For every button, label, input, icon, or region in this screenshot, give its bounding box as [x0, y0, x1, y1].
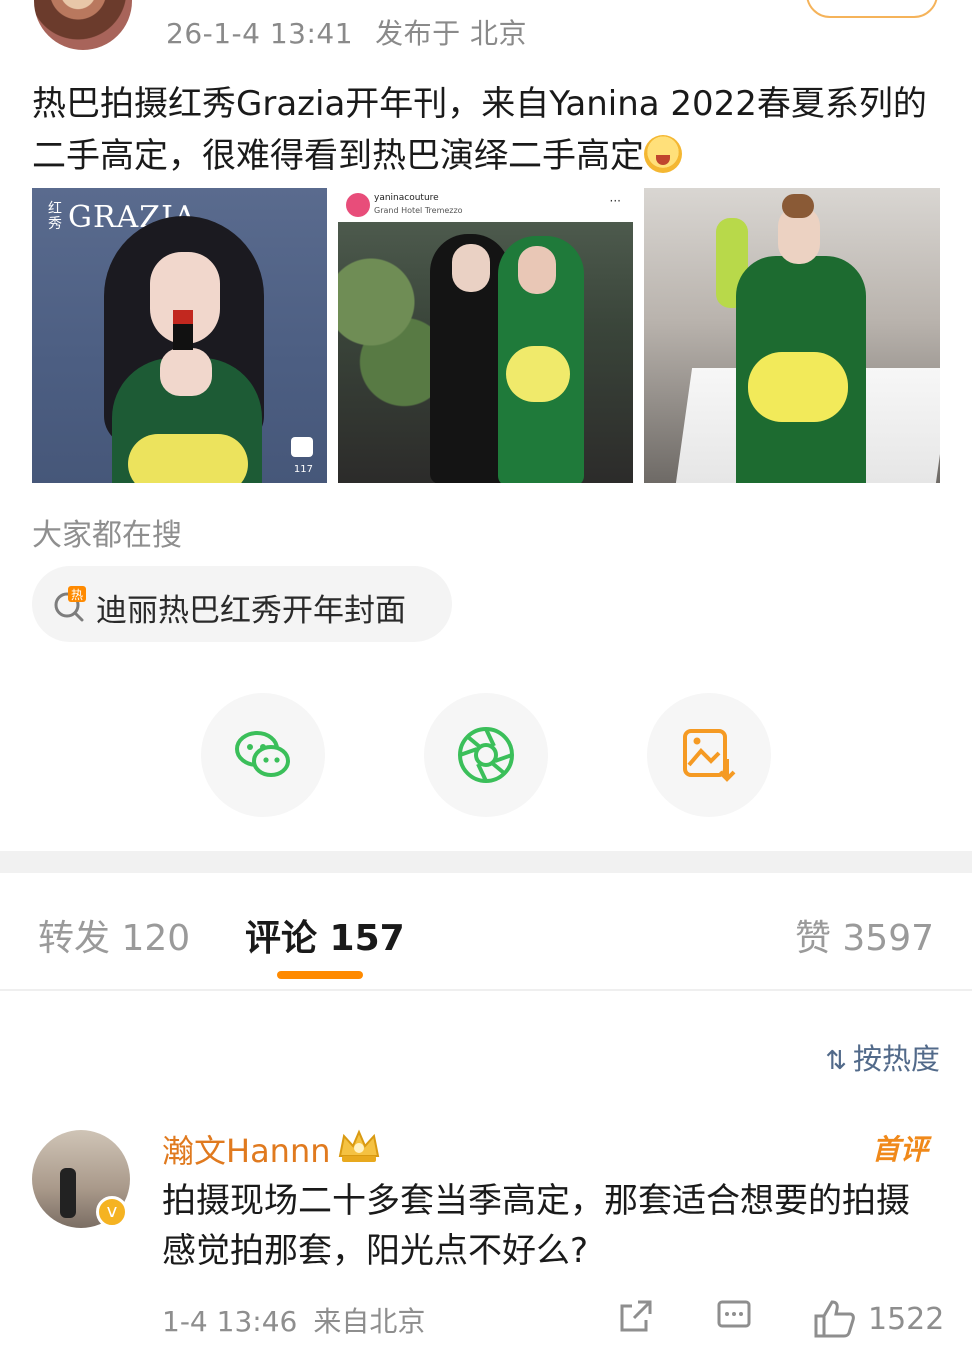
post-location: 发布于 北京: [375, 17, 527, 50]
figure-left-face: [452, 244, 490, 292]
sort-button[interactable]: ⇅ 按热度: [825, 1036, 940, 1078]
hot-search-icon: 热: [54, 586, 86, 622]
crown-badge-icon: [338, 1129, 380, 1162]
figure-right-bow: [506, 346, 570, 402]
verified-badge: v: [96, 1196, 128, 1228]
comment-like-count: 1522: [868, 1302, 945, 1337]
post-time: 26-1-4 13:41: [166, 17, 354, 50]
tab-repost[interactable]: 转发 120: [38, 909, 190, 961]
follow-button[interactable]: [806, 0, 938, 18]
instagram-location: Grand Hotel Tremezzo: [374, 206, 463, 215]
thumbs-up-icon: [291, 437, 313, 457]
interaction-tabs: 转发 120 评论 157 赞 3597: [0, 873, 972, 991]
moments-icon: [458, 727, 514, 783]
more-icon: ···: [609, 194, 621, 208]
share-moments-button[interactable]: [424, 693, 548, 817]
comment-source: 来自北京: [313, 1305, 426, 1338]
share-wechat-button[interactable]: [201, 693, 325, 817]
sort-label: 按热度: [852, 1042, 940, 1076]
trending-search-label: 迪丽热巴红秀开年封面: [96, 593, 406, 629]
save-image-icon: [683, 729, 736, 782]
post-image-1[interactable]: 红秀 GRAZIA 117: [32, 188, 327, 483]
instagram-header: yaninacouture Grand Hotel Tremezzo ···: [338, 188, 633, 222]
instagram-account: yaninacouture: [374, 193, 439, 203]
author-avatar[interactable]: [34, 0, 132, 50]
post-image-3[interactable]: [644, 188, 940, 483]
post-text: 热巴拍摄红秀Grazia开年刊，来自Yanina 2022春夏系列的二手高定，很…: [32, 84, 927, 176]
share-icon[interactable]: [618, 1298, 654, 1334]
svg-text:热: 热: [71, 588, 83, 602]
save-image-button[interactable]: [647, 693, 771, 817]
model-bow: [748, 352, 848, 422]
comment-text: 拍摄现场二十多套当季高定，那套适合想要的拍摄感觉拍那套，阳光点不好么?: [162, 1181, 910, 1271]
microphone: [173, 310, 193, 350]
post-meta: 26-1-4 13:41 发布于 北京: [166, 12, 527, 52]
image-like-count: 117: [293, 464, 313, 475]
post-header: 26-1-4 13:41 发布于 北京: [0, 0, 972, 60]
tab-likes[interactable]: 赞 3597: [795, 909, 934, 961]
brand-cn-label: 红秀: [48, 201, 62, 232]
trending-search-title: 大家都在搜: [32, 518, 182, 553]
trending-search-chip[interactable]: 热 迪丽热巴红秀开年封面: [32, 566, 452, 642]
comment-item: v 瀚文Hannn 首评 拍摄现场二十多套当季高定，那套适合想要的拍摄感觉拍那套…: [0, 1110, 972, 1366]
like-icon[interactable]: [812, 1298, 856, 1338]
reply-icon[interactable]: [716, 1298, 752, 1334]
laugh-emoji-icon: [644, 135, 682, 173]
first-comment-badge: 首评: [871, 1133, 928, 1166]
comment-date: 1-4 13:46: [162, 1305, 298, 1338]
figure-right-face: [518, 246, 556, 294]
figure-bow: [128, 434, 248, 483]
commenter-name[interactable]: 瀚文Hannn: [162, 1126, 331, 1172]
post-image-2[interactable]: yaninacouture Grand Hotel Tremezzo ···: [338, 188, 633, 483]
active-tab-indicator: [277, 971, 363, 979]
sort-icon: ⇅: [825, 1046, 847, 1076]
section-divider: [0, 851, 972, 873]
wechat-icon: [235, 731, 290, 777]
instagram-avatar: [346, 193, 370, 217]
tab-comments[interactable]: 评论 157: [245, 909, 405, 961]
comment-meta: 1-4 13:46 来自北京: [162, 1300, 425, 1340]
event-photo: [338, 222, 633, 483]
model-hair-bun: [782, 194, 814, 218]
figure-hands: [160, 348, 212, 396]
